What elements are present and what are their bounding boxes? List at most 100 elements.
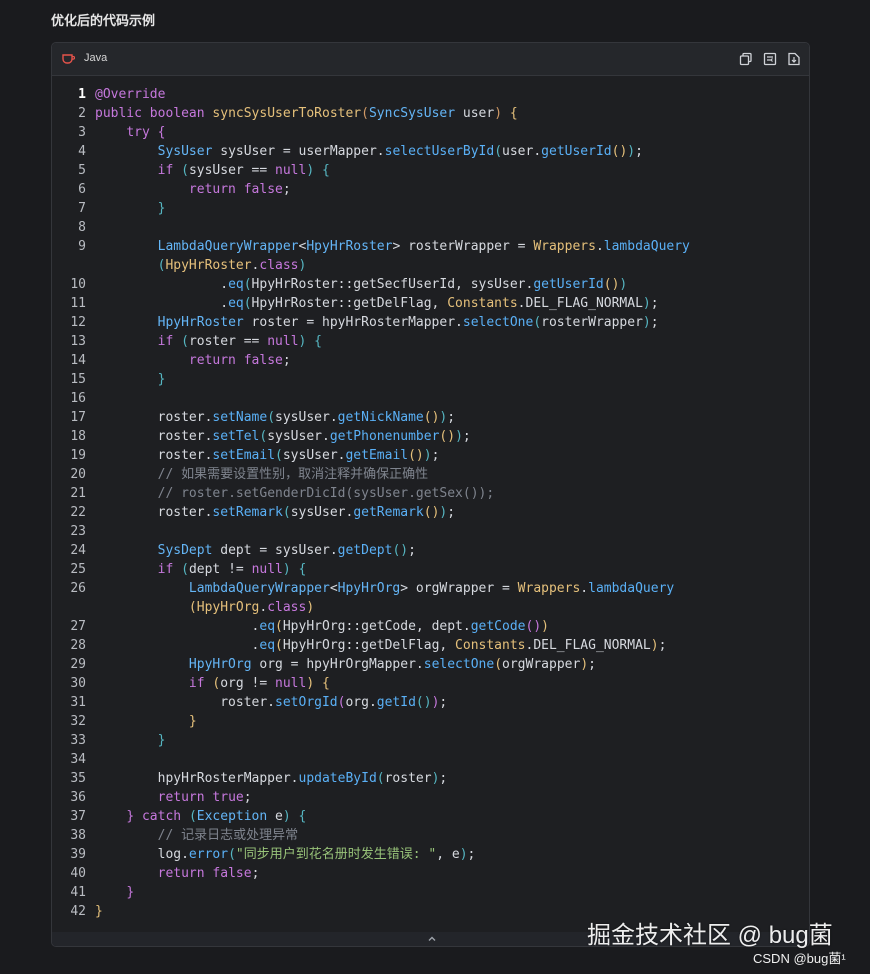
code-text: if (roster == null) { <box>95 332 322 351</box>
code-token: updateById <box>298 771 377 786</box>
code-line: 5 if (sysUser == null) { <box>52 161 809 180</box>
code-line: (HpyHrRoster.class) <box>52 256 809 275</box>
code-token: ; <box>243 790 252 805</box>
code-token: .DEL_FLAG_NORMAL <box>525 638 651 653</box>
code-token: roster. <box>95 429 213 444</box>
code-text: } <box>95 199 166 218</box>
code-text: HpyHrRoster roster = hpyHrRosterMapper.s… <box>95 313 659 332</box>
footer-mark: CSDN @bug菌¹ <box>753 951 846 966</box>
line-number: 27 <box>70 619 86 634</box>
code-token: ) <box>642 296 651 311</box>
line-number: 21 <box>70 486 86 501</box>
code-token: return <box>188 182 244 197</box>
code-token: Wrappers <box>533 239 596 254</box>
code-token: ( <box>494 657 503 672</box>
code-token: ) <box>459 847 468 862</box>
code-token: error <box>188 847 229 862</box>
code-block: Java 1 @Override 2 public boolean syncSysUs… <box>51 42 810 947</box>
wrap-lines-icon[interactable] <box>763 52 777 66</box>
code-token: selectUserById <box>384 144 495 159</box>
code-text: SysUser sysUser = userMapper.selectUserB… <box>95 142 643 161</box>
code-token: ( <box>275 448 283 463</box>
code-token: return <box>188 353 244 368</box>
code-token: ; <box>588 657 596 672</box>
code-token: ; <box>282 353 291 368</box>
line-number: 13 <box>70 334 86 349</box>
code-token: .DEL_FLAG_NORMAL <box>517 296 643 311</box>
code-token: setOrgId <box>275 695 338 710</box>
code-token: dept != <box>188 562 252 577</box>
code-token: org = hpyHrOrgMapper. <box>259 657 424 672</box>
code-text: } catch (Exception e) { <box>95 807 306 826</box>
code-token: if <box>188 676 213 691</box>
code-token: // 如果需要设置性别，取消注释并确保正确性 <box>157 467 429 482</box>
code-token: if <box>157 334 182 349</box>
code-token: ( <box>243 277 252 292</box>
line-number: 18 <box>70 429 86 444</box>
code-token: sysUser. <box>267 429 330 444</box>
code-token: () <box>415 695 432 710</box>
code-token: ; <box>447 505 456 520</box>
line-number: 29 <box>70 657 86 672</box>
code-token: ) <box>455 429 463 444</box>
download-icon[interactable] <box>787 52 801 66</box>
code-token: class <box>259 258 299 273</box>
code-token: public <box>95 106 150 121</box>
code-line: 10 .eq(HpyHrRoster::getSecfUserId, sysUs… <box>52 275 809 294</box>
code-token: HpyHrRoster::getDelFlag, <box>251 296 448 311</box>
code-token: () <box>392 543 409 558</box>
code-token: ( <box>275 638 283 653</box>
code-token: ) { <box>306 676 330 691</box>
code-token: roster. <box>95 695 276 710</box>
section-heading: 优化后的代码示例 <box>51 13 156 28</box>
code-token: roster <box>384 771 432 786</box>
code-line: 4 SysUser sysUser = userMapper.selectUse… <box>52 142 809 161</box>
code-token: SysDept <box>157 543 221 558</box>
code-text: } <box>95 712 197 731</box>
line-number: 26 <box>70 581 86 596</box>
code-token: eq <box>228 296 244 311</box>
code-token: ) { <box>282 562 307 577</box>
code-token: ; <box>251 866 260 881</box>
code-token: ) <box>642 315 651 330</box>
code-token: getId <box>376 695 416 710</box>
line-number: 7 <box>78 201 86 216</box>
copy-icon[interactable] <box>739 52 753 66</box>
code-token: , e <box>436 847 460 862</box>
code-token: . <box>95 296 229 311</box>
code-token: () <box>439 429 456 444</box>
code-token: Wrappers <box>517 581 581 596</box>
code-line: 32 } <box>52 712 809 731</box>
code-token: user. <box>502 144 542 159</box>
code-token: SyncSysUser <box>368 106 463 121</box>
code-token: eq <box>259 638 276 653</box>
code-text: return false; <box>95 180 291 199</box>
code-token: Constants <box>447 296 518 311</box>
code-token: ) <box>541 619 549 634</box>
code-line: 30 if (org != null) { <box>52 674 809 693</box>
line-number: 4 <box>78 144 86 159</box>
chevron-up-icon[interactable] <box>426 933 438 945</box>
code-text: .eq(HpyHrRoster::getSecfUserId, sysUser.… <box>95 275 627 294</box>
code-token: ; <box>439 695 448 710</box>
code-token: getRemark <box>353 505 424 520</box>
code-text: } <box>95 883 134 902</box>
line-number: 39 <box>70 847 86 862</box>
code-token: getDept <box>337 543 393 558</box>
code-token: selectOne <box>462 315 534 330</box>
code-token: ( <box>181 562 189 577</box>
code-text: return false; <box>95 351 291 370</box>
code-token: ( <box>181 334 189 349</box>
line-number: 38 <box>70 828 86 843</box>
